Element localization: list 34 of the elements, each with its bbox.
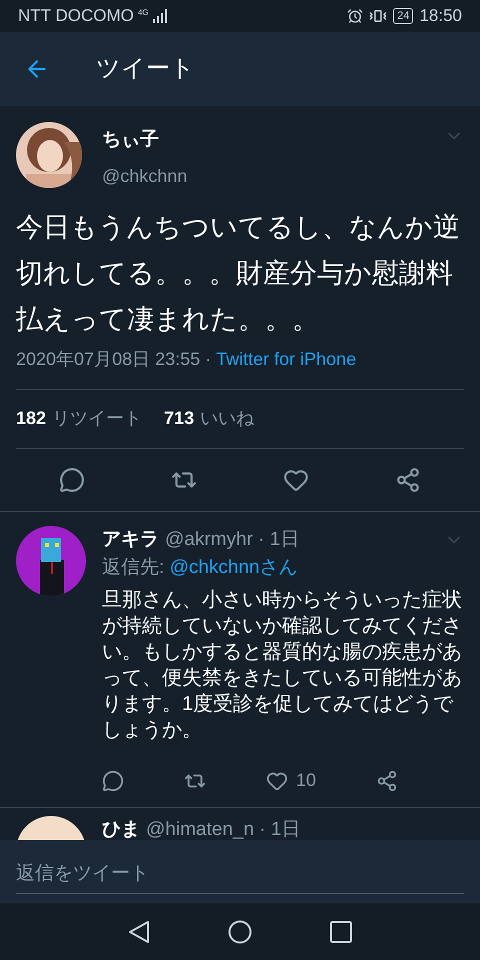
source-link[interactable]: Twitter for iPhone [216, 346, 356, 372]
alarm-icon [347, 8, 364, 24]
clock-time: 18:50 [419, 5, 462, 28]
like-icon[interactable] [266, 770, 288, 792]
reply-author-name: アキラ [102, 528, 159, 552]
reply-author-handle: @akrmyhr · 1日 [165, 528, 300, 552]
reply-to-label: 返信先: [102, 556, 166, 580]
share-icon[interactable] [376, 770, 398, 792]
stat-count: 182 [16, 407, 46, 430]
author-handle: @chkchnn [102, 164, 188, 188]
recents-icon[interactable] [330, 920, 352, 942]
vibrate-icon [369, 7, 388, 25]
reply-field[interactable]: 返信をツイート [0, 840, 480, 903]
battery-icon: 24 [393, 8, 414, 24]
stat-label[interactable]: いいね [200, 405, 254, 432]
reply-text: 旦那さん、小さい時からそういった症状が持続していないか確認してみてください。もしかすると器質的な腸の疾患があって、便失禁をきたしている可能性があります。1度受診を促してみてはどうでしょうか。 [102, 588, 463, 742]
tweet-text: 今日もうんちついてるし、なんか逆切れしてる。。。財産分与か慰謝料払えって凄まれた。。。 [16, 210, 461, 336]
stat-label[interactable]: リツイート [52, 405, 142, 432]
back-icon[interactable] [128, 920, 150, 944]
mention-link[interactable]: @chkchnnさん [170, 554, 298, 582]
carrier-name: NTT DOCOMO [18, 5, 134, 28]
tweet-timestamp: 2020年07月08日 23:55 · [16, 348, 212, 370]
network-type: 4G [138, 9, 149, 18]
share-icon[interactable] [395, 466, 421, 492]
signal-icon [152, 9, 167, 23]
stat-count: 713 [164, 407, 194, 430]
reply-author-handle: @himaten_n · 1日 [146, 818, 300, 842]
home-icon[interactable] [228, 920, 252, 944]
reply-icon[interactable] [59, 466, 85, 492]
reply-author-name: ひま [102, 818, 140, 842]
reply-icon[interactable] [102, 770, 124, 792]
header-title: ツイート [96, 54, 195, 84]
like-count: 10 [296, 769, 316, 792]
author-name: ちぃ子 [102, 128, 159, 152]
